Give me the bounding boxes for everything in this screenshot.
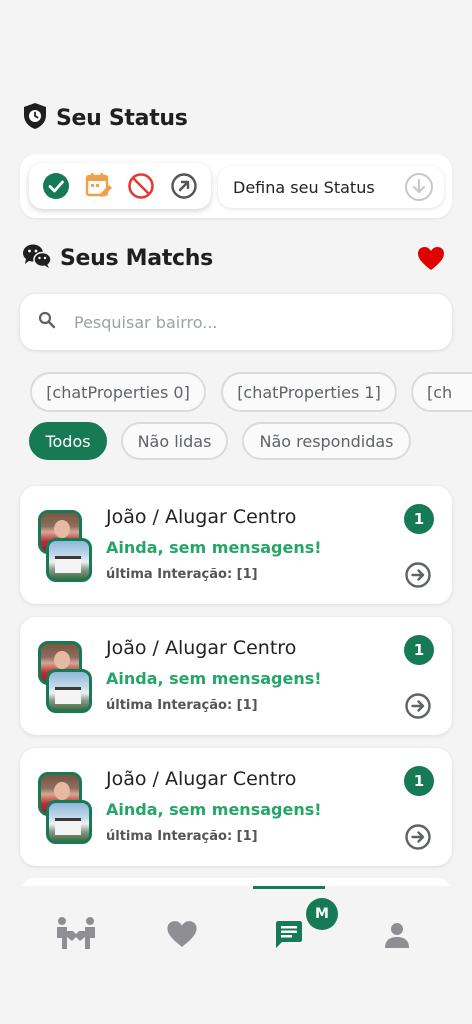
filter-chips: Todos Não lidas Não respondidas bbox=[0, 422, 472, 462]
search-input[interactable]: Pesquisar bairro... bbox=[20, 294, 452, 350]
property-thumbnail bbox=[46, 669, 92, 713]
matchs-title-label: Seus Matchs bbox=[60, 245, 213, 271]
match-card[interactable]: João / Alugar Centro Ainda, sem mensagen… bbox=[20, 748, 452, 866]
property-chip[interactable]: [chatProperties 0] bbox=[30, 372, 206, 412]
match-last-message: Ainda, sem mensagens! bbox=[106, 669, 322, 688]
arrow-right-circle-icon[interactable] bbox=[404, 823, 432, 855]
block-icon[interactable] bbox=[126, 171, 156, 201]
search-placeholder: Pesquisar bairro... bbox=[74, 312, 218, 332]
download-circle-icon bbox=[404, 172, 434, 206]
filter-unread[interactable]: Não lidas bbox=[121, 422, 228, 460]
status-title-label: Seu Status bbox=[56, 105, 188, 131]
unread-badge: 1 bbox=[404, 766, 434, 796]
chat-badge: M bbox=[306, 898, 338, 930]
property-thumbnail bbox=[46, 800, 92, 844]
match-title: João / Alugar Centro bbox=[106, 506, 297, 528]
filter-unanswered[interactable]: Não respondidas bbox=[242, 422, 411, 460]
check-circle-icon[interactable] bbox=[41, 171, 71, 201]
status-select-label: Defina seu Status bbox=[233, 177, 375, 197]
bottom-nav: M bbox=[0, 886, 472, 1024]
status-options bbox=[29, 163, 211, 209]
calendar-edit-icon[interactable] bbox=[84, 171, 114, 201]
heart-icon[interactable] bbox=[166, 920, 198, 948]
property-thumbnail bbox=[46, 538, 92, 582]
match-last-message: Ainda, sem mensagens! bbox=[106, 538, 322, 557]
unread-badge: 1 bbox=[404, 504, 434, 534]
chat-icon[interactable] bbox=[274, 920, 304, 950]
shield-clock-icon bbox=[22, 102, 48, 134]
status-select[interactable]: Defina seu Status bbox=[218, 166, 444, 208]
match-card[interactable]: João / Alugar Centro Ainda, sem mensagen… bbox=[20, 617, 452, 735]
match-card[interactable]: João / Alugar Centro Ainda, sem mensagen… bbox=[20, 486, 452, 604]
match-last-interaction: última Interação: [1] bbox=[106, 829, 258, 844]
favorites-heart-icon[interactable] bbox=[417, 246, 445, 275]
filter-all[interactable]: Todos bbox=[29, 422, 107, 460]
search-icon bbox=[38, 311, 56, 333]
match-title: João / Alugar Centro bbox=[106, 768, 297, 790]
handshake-icon[interactable] bbox=[55, 916, 97, 950]
status-section-title: Seu Status bbox=[22, 102, 188, 134]
unread-badge: 1 bbox=[404, 635, 434, 665]
status-card: Defina seu Status bbox=[20, 154, 452, 218]
property-chip[interactable]: [chatProperties 1] bbox=[221, 372, 397, 412]
match-last-interaction: última Interação: [1] bbox=[106, 698, 258, 713]
property-chip[interactable]: [ch bbox=[411, 372, 472, 412]
match-last-interaction: última Interação: [1] bbox=[106, 567, 258, 582]
arrow-right-circle-icon[interactable] bbox=[404, 692, 432, 724]
match-last-message: Ainda, sem mensagens! bbox=[106, 800, 322, 819]
match-title: João / Alugar Centro bbox=[106, 637, 297, 659]
wechat-chat-icon bbox=[22, 243, 52, 273]
property-chips: [chatProperties 0] [chatProperties 1] [c… bbox=[0, 372, 472, 412]
arrow-right-circle-icon[interactable] bbox=[404, 561, 432, 593]
active-tab-indicator bbox=[253, 886, 325, 889]
profile-icon[interactable] bbox=[384, 922, 410, 948]
matchs-section-title: Seus Matchs bbox=[22, 243, 213, 273]
arrow-up-right-circle-icon[interactable] bbox=[169, 171, 199, 201]
